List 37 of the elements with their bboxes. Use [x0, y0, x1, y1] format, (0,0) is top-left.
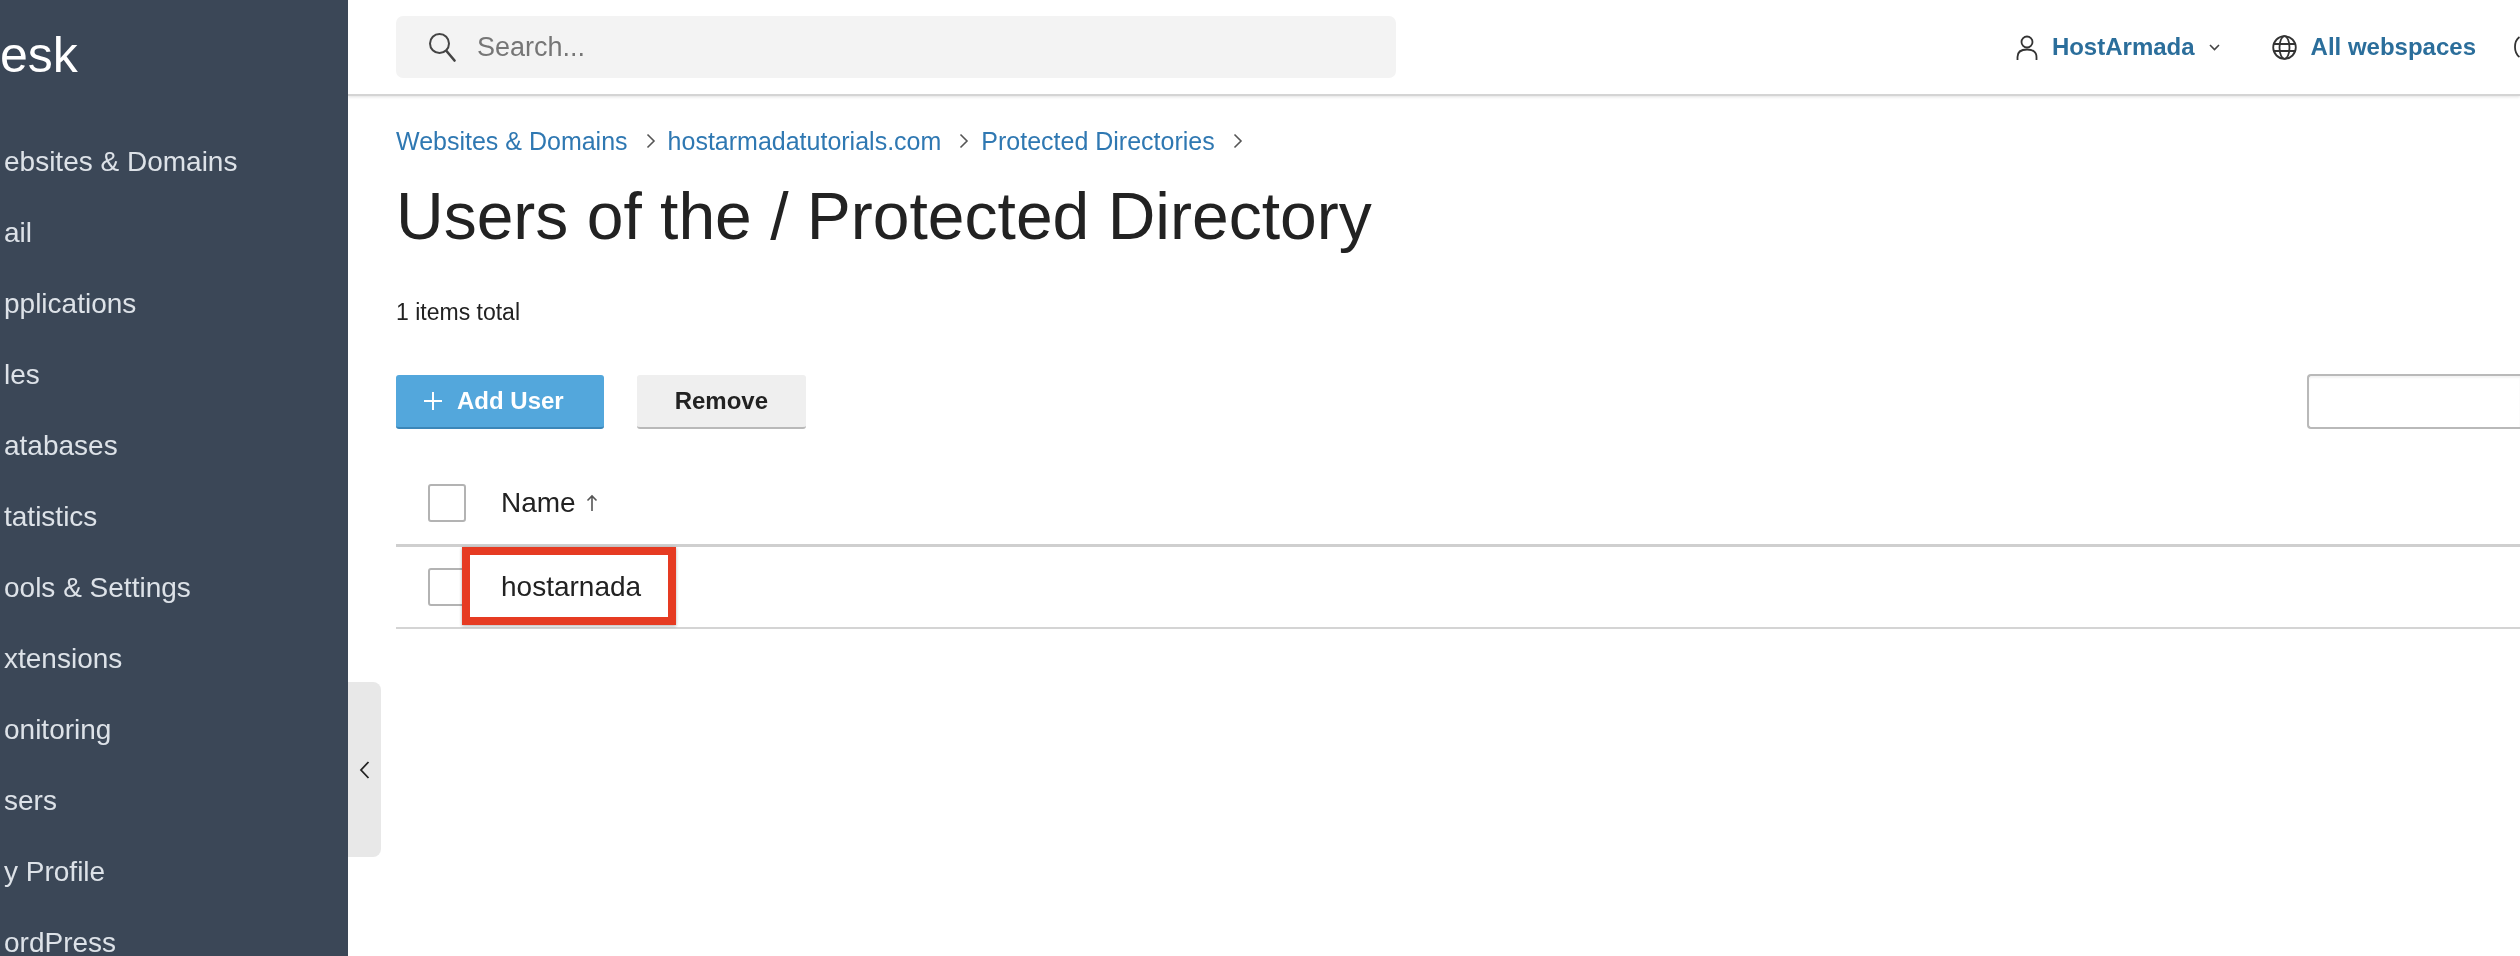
person-icon	[2015, 34, 2038, 60]
chevron-right-icon	[959, 133, 970, 149]
chevron-left-icon	[359, 760, 370, 779]
filter-field[interactable]	[2307, 374, 2520, 429]
arc-icon[interactable]	[2514, 36, 2520, 58]
plus-icon	[424, 391, 442, 410]
remove-button[interactable]: Remove	[636, 374, 807, 429]
search-field[interactable]: Search...	[396, 16, 1396, 78]
collapse-handle[interactable]	[348, 682, 381, 857]
items-total: 1 items total	[396, 298, 520, 327]
sidebar-item[interactable]: pplications	[0, 286, 137, 321]
sidebar-item[interactable]: les	[0, 357, 40, 392]
sidebar-item[interactable]: ools & Settings	[0, 570, 191, 605]
sidebar-item[interactable]: ordPress	[0, 925, 117, 956]
chevron-down-icon	[2208, 43, 2220, 51]
chevron-right-icon	[1232, 133, 1243, 149]
webspace-menu[interactable]: All webspaces	[2271, 33, 2476, 61]
breadcrumb-link[interactable]: Websites & Domains	[396, 126, 628, 156]
globe-icon	[2271, 34, 2297, 60]
chevron-right-icon	[645, 133, 656, 149]
sidebar-item[interactable]: tatistics	[0, 499, 98, 534]
sidebar-item[interactable]: onitoring	[0, 712, 112, 747]
breadcrumb-link[interactable]: Protected Directories	[981, 126, 1215, 156]
sidebar-item[interactable]: ail	[0, 215, 32, 250]
logo[interactable]: esk	[0, 30, 78, 80]
breadcrumb-link[interactable]: hostarmadatutorials.com	[667, 126, 942, 156]
column-header[interactable]: Name	[501, 486, 598, 520]
search-icon	[428, 32, 456, 62]
sidebar-item[interactable]: y Profile	[0, 854, 106, 889]
checkbox[interactable]	[428, 484, 466, 522]
sidebar-item[interactable]: ebsites & Domains	[0, 144, 238, 179]
sidebar-item[interactable]: sers	[0, 783, 57, 818]
sidebar-item[interactable]: atabases	[0, 428, 118, 463]
sidebar-item[interactable]: xtensions	[0, 641, 123, 676]
user-menu[interactable]: HostArmada	[2015, 33, 2220, 61]
user-name-cell: hostarnada	[501, 570, 642, 604]
page-title: Users of the / Protected Directory	[396, 178, 1372, 255]
